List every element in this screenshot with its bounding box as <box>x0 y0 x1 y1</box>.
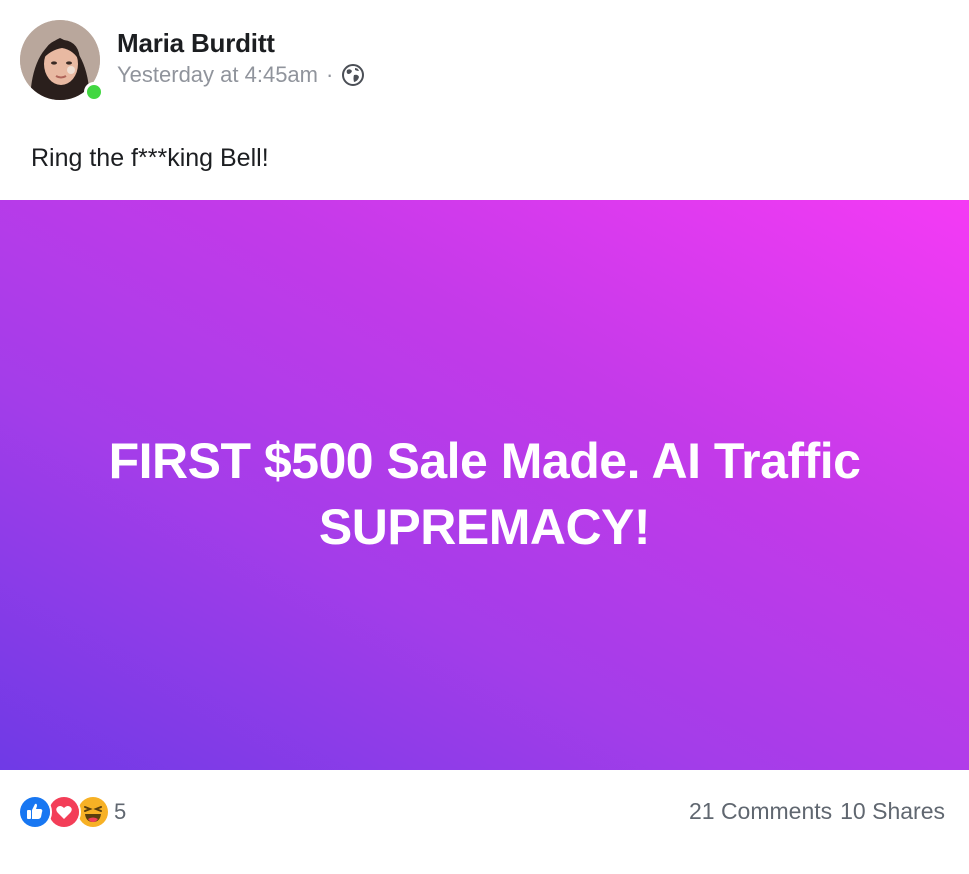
reaction-count[interactable]: 5 <box>114 799 126 825</box>
post-image[interactable]: FIRST $500 Sale Made. AI Traffic SUPREMA… <box>0 200 969 770</box>
comments-count-link[interactable]: 21 Comments <box>689 798 832 825</box>
love-icon[interactable] <box>47 795 81 829</box>
post-image-line-1: FIRST $500 Sale Made. AI Traffic <box>108 433 861 489</box>
online-status-indicator <box>84 82 104 102</box>
post-timestamp[interactable]: Yesterday at 4:45am <box>117 62 318 88</box>
stats-spacer <box>832 798 840 825</box>
post-image-caption: FIRST $500 Sale Made. AI Traffic SUPREMA… <box>0 428 969 560</box>
post-meta: Yesterday at 4:45am · <box>117 62 365 88</box>
globe-icon[interactable] <box>341 63 365 87</box>
haha-icon[interactable] <box>76 795 110 829</box>
post-header: Maria Burditt Yesterday at 4:45am · <box>20 20 940 102</box>
post-footer: 5 21 Comments 10 Shares <box>0 770 969 874</box>
post-image-line-2: SUPREMACY! <box>318 499 651 555</box>
meta-separator: · <box>326 62 334 87</box>
reaction-summary[interactable]: 5 <box>18 794 126 830</box>
post-text: Ring the f***king Bell! <box>31 144 269 172</box>
avatar-container[interactable] <box>20 20 104 102</box>
shares-count-link[interactable]: 10 Shares <box>840 798 945 825</box>
like-icon[interactable] <box>18 795 52 829</box>
author-name[interactable]: Maria Burditt <box>117 28 275 59</box>
post-stats: 21 Comments 10 Shares <box>689 798 945 825</box>
